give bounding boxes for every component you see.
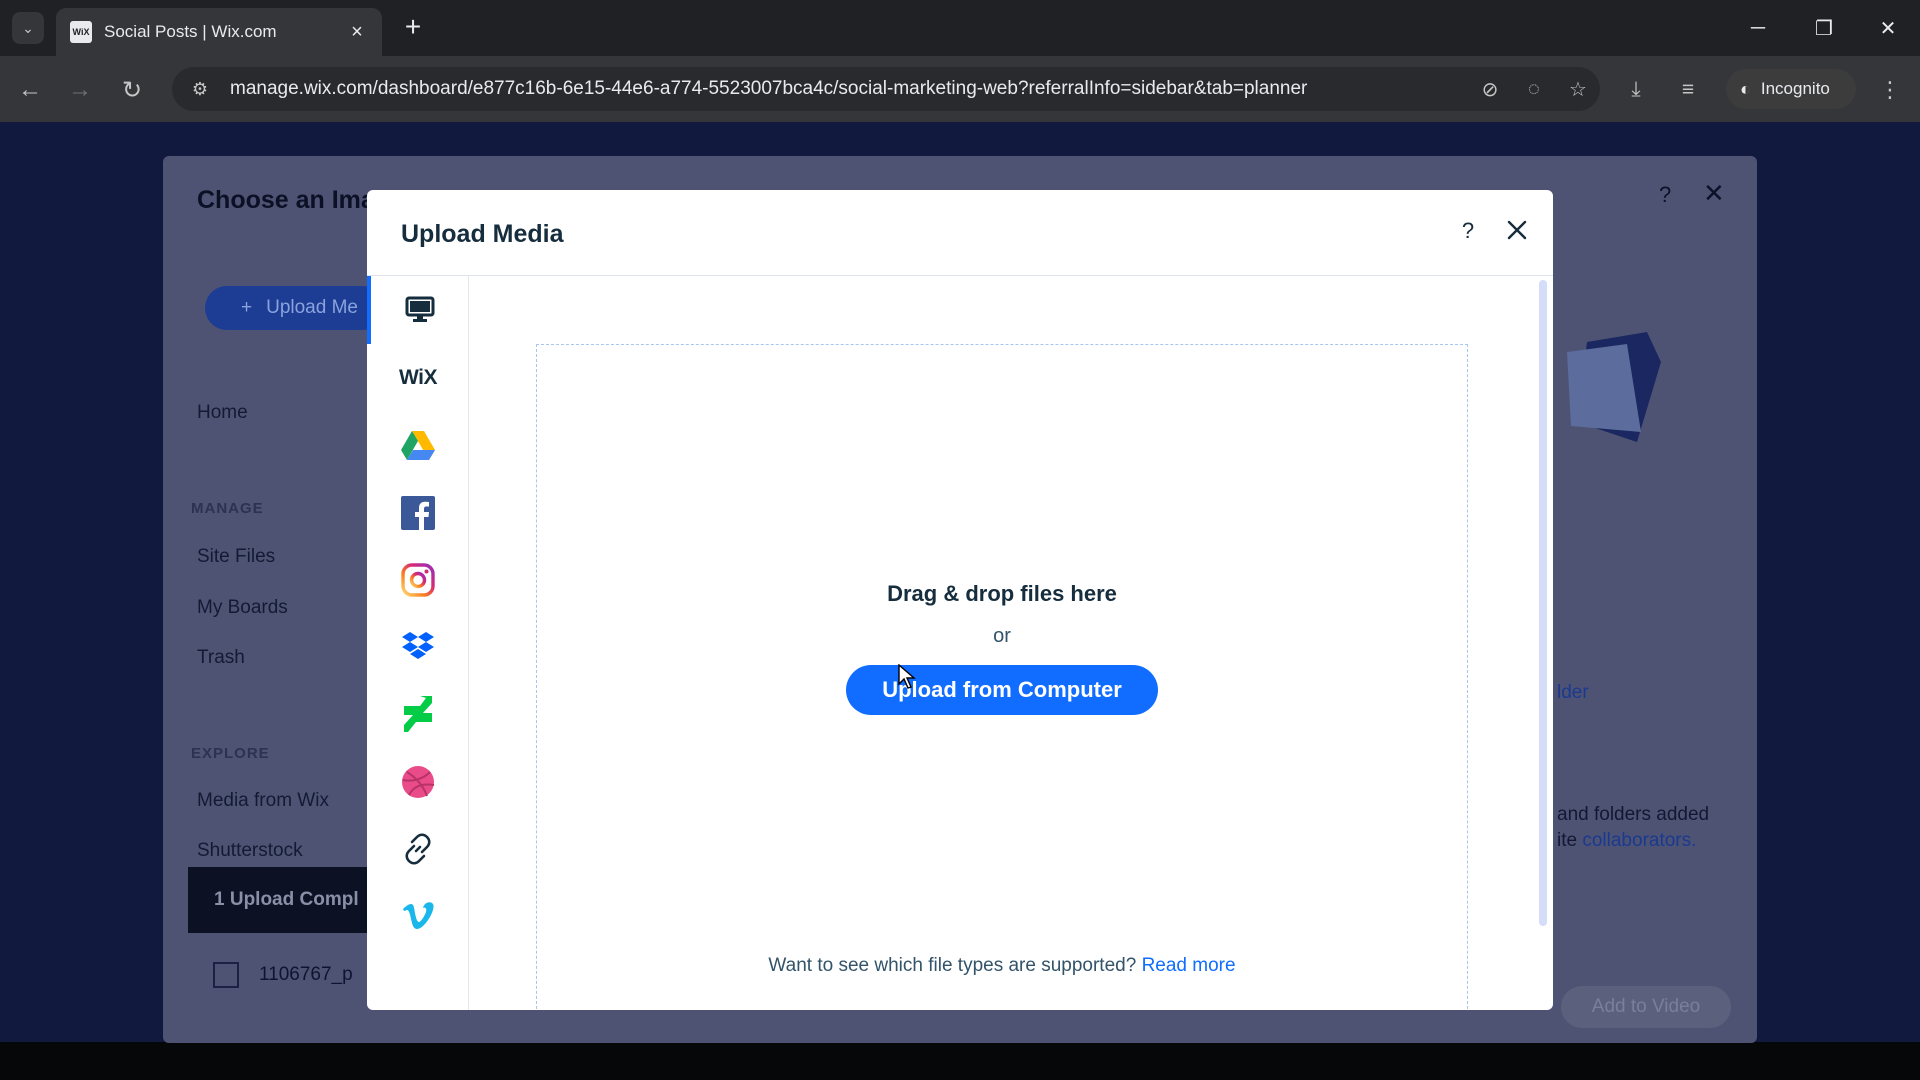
forward-icon[interactable]: → — [62, 72, 98, 108]
browser-menu-icon[interactable]: ⋮ — [1878, 72, 1902, 108]
source-dribbble[interactable] — [367, 748, 469, 816]
address-bar[interactable]: ⚙ manage.wix.com/dashboard/e877c16b-6e15… — [172, 67, 1600, 111]
deviantart-icon — [404, 696, 432, 732]
video-file-icon — [213, 962, 239, 988]
file-types-info: Want to see which file types are support… — [537, 955, 1467, 977]
source-link[interactable] — [367, 815, 469, 883]
dropbox-icon — [402, 632, 434, 659]
media-control-icon[interactable]: ≡ — [1670, 72, 1706, 108]
drop-zone-or: or — [993, 625, 1011, 647]
link-icon — [405, 833, 431, 865]
help-icon[interactable]: ? — [1453, 216, 1483, 246]
uploaded-file-row[interactable]: 1106767_p — [213, 962, 353, 988]
back-icon[interactable]: ← — [12, 72, 48, 108]
minimize-icon[interactable]: ─ — [1738, 8, 1778, 48]
section-explore: EXPLORE — [191, 745, 270, 762]
vimeo-icon — [403, 902, 434, 929]
close-icon[interactable] — [1501, 214, 1533, 246]
source-dropbox[interactable] — [367, 613, 469, 681]
incognito-label: Incognito — [1760, 79, 1830, 98]
tab-title: Social Posts | Wix.com — [104, 22, 277, 41]
read-more-link[interactable]: Read more — [1142, 955, 1236, 976]
nav-shutterstock[interactable]: Shutterstock — [197, 840, 303, 862]
browser-tab[interactable]: WiX Social Posts | Wix.com × — [56, 8, 382, 56]
star-icon[interactable]: ☆ — [1556, 77, 1600, 102]
close-icon[interactable]: ✕ — [1703, 178, 1725, 209]
camera-blocked-icon[interactable]: ⊘ — [1468, 77, 1512, 102]
tab-close-icon[interactable]: × — [346, 21, 368, 44]
nav-home[interactable]: Home — [197, 402, 248, 424]
collaborators-link[interactable]: collaborators. — [1582, 830, 1696, 851]
monitor-icon — [405, 296, 435, 322]
file-name: 1106767_p — [259, 964, 353, 985]
source-vimeo[interactable] — [367, 882, 469, 950]
upload-media-label: Upload Me — [266, 297, 358, 318]
tab-search-button[interactable]: ⌄ — [12, 12, 44, 44]
file-types-text: Want to see which file types are support… — [768, 955, 1137, 976]
source-facebook[interactable] — [367, 479, 469, 547]
reload-icon[interactable]: ↻ — [114, 72, 150, 108]
drop-zone[interactable]: Drag & drop files here or Upload from Co… — [536, 344, 1468, 1010]
upload-media-button[interactable]: + Upload Me — [205, 286, 385, 330]
nav-media-from-wix[interactable]: Media from Wix — [197, 790, 329, 812]
facebook-icon — [401, 496, 435, 530]
dribbble-icon — [402, 766, 435, 798]
incognito-badge[interactable]: ◐ Incognito — [1726, 69, 1856, 109]
source-google-drive[interactable] — [367, 411, 469, 479]
plus-icon: + — [241, 297, 253, 318]
mouse-cursor-icon — [898, 664, 916, 689]
help-icon[interactable]: ? — [1659, 182, 1671, 208]
window-close-icon[interactable]: ✕ — [1868, 8, 1908, 48]
dialog-scrollbar[interactable] — [1539, 280, 1547, 926]
info-text-line2: ite collaborators. — [1557, 830, 1697, 851]
restore-icon[interactable]: ❐ — [1804, 8, 1844, 48]
page-bottom-strip — [0, 1042, 1920, 1080]
upload-from-computer-button[interactable]: Upload from Computer — [846, 665, 1158, 715]
download-icon[interactable]: ⤓ — [1618, 72, 1654, 108]
create-folder-link[interactable]: lder — [1557, 682, 1589, 704]
browser-toolbar: ← → ↻ ⚙ manage.wix.com/dashboard/e877c16… — [0, 56, 1920, 122]
eye-off-icon[interactable]: ◌ — [1512, 78, 1556, 101]
source-wix[interactable]: WiX — [367, 344, 469, 412]
incognito-icon: ◐ — [1740, 78, 1751, 99]
source-computer[interactable] — [367, 276, 469, 344]
new-tab-button[interactable]: + — [396, 10, 430, 44]
site-info-icon[interactable]: ⚙ — [180, 79, 220, 100]
google-drive-icon — [401, 431, 435, 460]
chevron-down-icon: ⌄ — [22, 19, 34, 36]
upload-source-list: WiX — [367, 276, 469, 1010]
nav-my-boards[interactable]: My Boards — [197, 597, 288, 619]
add-to-video-button[interactable]: Add to Video — [1561, 986, 1731, 1028]
choose-image-title: Choose an Ima — [197, 186, 375, 214]
nav-site-files[interactable]: Site Files — [197, 546, 275, 568]
instagram-icon — [401, 563, 435, 597]
url-text[interactable]: manage.wix.com/dashboard/e877c16b-6e15-4… — [230, 78, 1468, 100]
wix-logo: WiX — [399, 366, 437, 389]
upload-complete-banner[interactable]: 1 Upload Compl — [188, 867, 368, 933]
wix-favicon-icon: WiX — [70, 21, 92, 43]
browser-tab-bar: ⌄ WiX Social Posts | Wix.com × + ─ ❐ ✕ — [0, 0, 1920, 56]
drop-zone-title: Drag & drop files here — [887, 581, 1117, 606]
source-instagram[interactable] — [367, 546, 469, 614]
info-text-line1: and folders added — [1557, 804, 1710, 825]
dialog-title: Upload Media — [401, 220, 564, 248]
source-deviantart[interactable] — [367, 680, 469, 748]
folder-illustration-icon — [1567, 332, 1661, 442]
upload-media-dialog: Upload Media ? WiX Drag & drop files her… — [367, 190, 1553, 1010]
nav-trash[interactable]: Trash — [197, 647, 245, 669]
dialog-header: Upload Media ? — [367, 190, 1553, 276]
section-manage: MANAGE — [191, 500, 264, 517]
